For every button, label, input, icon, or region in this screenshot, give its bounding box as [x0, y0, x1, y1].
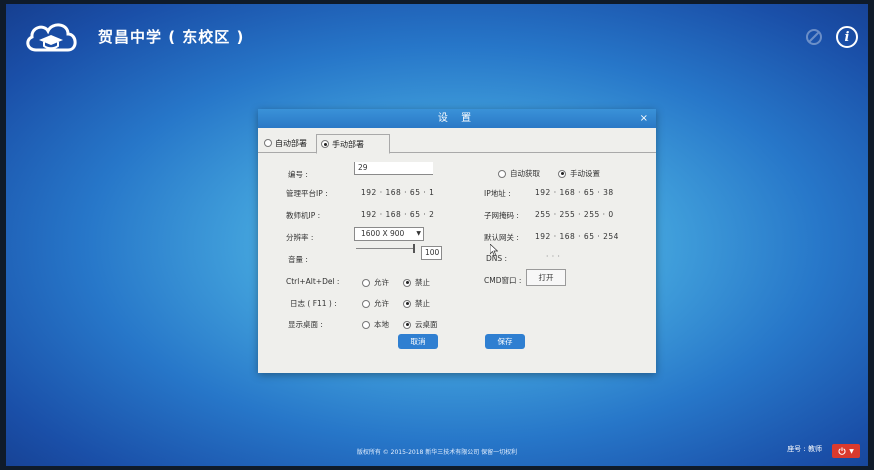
chevron-down-icon: ▼	[849, 447, 854, 455]
number-label: 编号 :	[288, 170, 308, 179]
radio-icon	[362, 320, 370, 329]
resolution-label: 分辨率 :	[286, 233, 314, 242]
volume-slider-thumb[interactable]	[413, 244, 415, 253]
radio-label: 云桌面	[415, 320, 438, 329]
radio-label: 禁止	[415, 278, 430, 287]
ctrl-alt-del-label: Ctrl+Alt+Del :	[286, 277, 340, 286]
cancel-button[interactable]: 取消	[398, 334, 438, 349]
tab-auto-deploy-radio[interactable]	[264, 139, 272, 147]
tab-auto-deploy[interactable]: 自动部署	[260, 134, 311, 152]
number-field[interactable]: 29	[354, 162, 433, 175]
school-name: 贺昌中学 ( 东校区 )	[98, 28, 245, 46]
radio-icon	[498, 169, 506, 178]
radio-icon	[403, 320, 411, 329]
teacher-ip-field[interactable]: 192 · 168 · 65 · 2	[361, 210, 434, 219]
open-cmd-button[interactable]: 打开	[526, 269, 566, 286]
ip-auto-radio[interactable]: 自动获取	[498, 168, 540, 179]
faded-tool-icon[interactable]	[804, 27, 824, 47]
mgmt-ip-field[interactable]: 192 · 168 · 65 · 1	[361, 188, 434, 197]
teacher-ip-label: 教师机IP :	[286, 211, 321, 220]
deploy-tabs: 自动部署 手动部署	[258, 134, 656, 154]
log-label: 日志 ( F11 ) :	[290, 299, 337, 308]
dialog-title: 设 置	[437, 113, 477, 124]
tab-manual-deploy-radio[interactable]	[321, 140, 329, 148]
radio-icon	[558, 169, 566, 178]
cloud-logo-icon	[26, 23, 77, 52]
cmd-window-label: CMD窗口 :	[484, 276, 522, 285]
volume-slider[interactable]	[356, 248, 414, 249]
desktop-cloud-radio[interactable]: 云桌面	[403, 319, 438, 330]
desktop-local-radio[interactable]: 本地	[362, 319, 389, 330]
radio-icon	[403, 278, 411, 287]
radio-icon	[403, 299, 411, 308]
volume-label: 音量 :	[288, 255, 308, 264]
radio-icon	[362, 278, 370, 287]
mgmt-ip-label: 管理平台IP :	[286, 189, 328, 198]
radio-label: 本地	[374, 320, 389, 329]
copyright-footer: 版权所有 © 2015-2018 新华三技术有限公司 保留一切权利	[356, 449, 518, 456]
ip-address-field[interactable]: 192 · 168 · 65 · 38	[535, 188, 614, 197]
log-deny-radio[interactable]: 禁止	[403, 298, 430, 309]
subnet-mask-label: 子网掩码 :	[484, 211, 519, 220]
mouse-cursor-icon	[490, 244, 498, 256]
radio-icon	[362, 299, 370, 308]
settings-dialog: 设 置 × 自动部署 手动部署 编号 : 29 管理平台IP : 192 · 1…	[258, 109, 656, 373]
desktop-screen: 贺昌中学 ( 东校区 ) i 设 置 × 自动部署 手动部署 编号 : 29 管…	[6, 4, 868, 466]
chevron-down-icon: ▼	[416, 230, 421, 237]
tab-manual-deploy[interactable]: 手动部署	[316, 134, 390, 154]
volume-field[interactable]: 100	[421, 246, 442, 260]
resolution-select[interactable]: 1600 X 900 ▼	[354, 227, 424, 241]
dialog-title-bar: 设 置 ×	[258, 109, 656, 128]
ctrl-alt-del-deny-radio[interactable]: 禁止	[403, 277, 430, 288]
tab-auto-deploy-label: 自动部署	[275, 138, 307, 148]
gateway-field[interactable]: 192 · 168 · 65 · 254	[535, 232, 619, 241]
ctrl-alt-del-allow-radio[interactable]: 允许	[362, 277, 389, 288]
resolution-value: 1600 X 900	[361, 229, 405, 238]
ip-manual-radio[interactable]: 手动设置	[558, 168, 600, 179]
log-allow-radio[interactable]: 允许	[362, 298, 389, 309]
subnet-mask-field[interactable]: 255 · 255 · 255 · 0	[535, 210, 614, 219]
save-button[interactable]: 保存	[485, 334, 525, 349]
power-icon	[838, 447, 846, 455]
radio-label: 允许	[374, 278, 389, 287]
gateway-label: 默认网关 :	[484, 233, 519, 242]
dns-field[interactable]: · · ·	[546, 252, 560, 261]
radio-label: 禁止	[415, 299, 430, 308]
info-icon[interactable]: i	[836, 26, 858, 48]
radio-label: 自动获取	[510, 169, 540, 178]
desktop-label: 显示桌面 :	[288, 320, 323, 329]
radio-label: 允许	[374, 299, 389, 308]
seat-number: 座号 : 教师	[787, 445, 822, 453]
top-bar: 贺昌中学 ( 东校区 ) i	[6, 4, 868, 62]
ip-address-label: IP地址 :	[484, 189, 511, 198]
radio-label: 手动设置	[570, 169, 600, 178]
power-menu-button[interactable]: ▼	[832, 444, 860, 458]
close-icon[interactable]: ×	[640, 109, 648, 128]
tab-manual-deploy-label: 手动部署	[332, 139, 364, 149]
